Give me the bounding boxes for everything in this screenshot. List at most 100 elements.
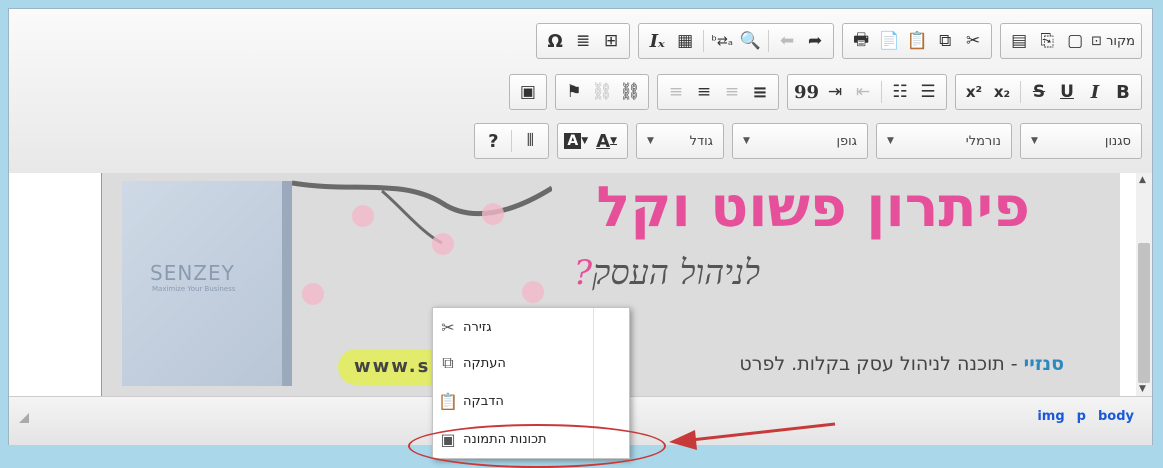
size-combo[interactable]: גודל ▼ (636, 123, 724, 159)
bulleted-list-button[interactable]: ☷ (886, 78, 914, 106)
path-p[interactable]: p (1077, 409, 1086, 424)
copy-button[interactable]: ⧉ (931, 27, 959, 55)
subscript-button[interactable]: x₂ (988, 78, 1016, 106)
font-combo[interactable]: גופן ▼ (732, 123, 868, 159)
horizontal-line-button[interactable]: ≣ (569, 27, 597, 55)
replace-button[interactable]: ᵇ⇄ₐ (708, 27, 736, 55)
redo-button[interactable]: ➦ (801, 27, 829, 55)
table-button[interactable]: ⊞ (597, 27, 625, 55)
group-basic-styles: B I U S x₂ x² (955, 74, 1142, 110)
table-icon: ⊞ (604, 31, 619, 51)
bg-color-button[interactable]: A ▼ (562, 127, 594, 155)
align-center-button[interactable]: ≡ (718, 78, 746, 106)
path-body[interactable]: body (1098, 409, 1134, 424)
group-paragraph: ☰ ☷ ⇤ ⇥ 99 (786, 74, 947, 110)
cut-button[interactable]: ✂ (959, 27, 987, 55)
paste-icon: 📋 (438, 391, 458, 411)
group-align: ≡ ≡ ≡ ≡ (656, 74, 779, 110)
outdent-button[interactable]: ⇤ (849, 78, 877, 106)
preview-button[interactable]: ▤ (1005, 27, 1033, 55)
special-char-button[interactable]: Ω (541, 27, 569, 55)
bold-icon: B (1116, 81, 1130, 103)
toolbar-row-2: B I U S x₂ x² ☰ ☷ ⇤ ⇥ 99 ≡ ≡ ≡ ≡ ⛓ ⛓ ⚑ ▣ (508, 74, 1142, 110)
vertical-scrollbar[interactable]: ▲ ▼ (1136, 173, 1152, 396)
align-left-button[interactable]: ≡ (690, 78, 718, 106)
element-path: img p body (1037, 409, 1134, 424)
banner-headline: פיתרון פשוט וקל (596, 175, 1030, 240)
chevron-down-icon: ▼ (581, 136, 589, 146)
path-img[interactable]: img (1037, 409, 1064, 424)
find-button[interactable]: 🔍 (736, 27, 764, 55)
style-combo[interactable]: סגנון ▼ (1020, 123, 1142, 159)
scrollbar-thumb[interactable] (1138, 243, 1150, 383)
numbered-list-button[interactable]: ☰ (914, 78, 942, 106)
underline-button[interactable]: U (1053, 78, 1081, 106)
chevron-down-icon: ▼ (743, 136, 750, 146)
indent-button[interactable]: ⇥ (821, 78, 849, 106)
new-page-icon: ▢ (1067, 31, 1084, 51)
templates-button[interactable]: ⎘ (1033, 27, 1061, 55)
blossom (482, 203, 504, 225)
resize-handle-icon[interactable] (19, 413, 29, 423)
align-left-icon: ≡ (696, 82, 712, 102)
superscript-button[interactable]: x² (960, 78, 988, 106)
blockquote-button[interactable]: 99 (792, 78, 821, 106)
horizontal-line-icon: ≣ (576, 31, 591, 51)
format-combo[interactable]: נורמלי ▼ (876, 123, 1012, 159)
text-color-button[interactable]: A ▼ (594, 127, 623, 155)
search-icon: 🔍 (739, 31, 761, 51)
bold-button[interactable]: B (1109, 78, 1137, 106)
show-blocks-button[interactable]: ⫴ (516, 127, 544, 155)
link-icon: ⛓ (619, 82, 641, 102)
cut-icon: ✂ (966, 31, 981, 51)
chevron-down-icon: ▼ (610, 136, 617, 146)
ctx-cut[interactable]: ✂ גזירה (433, 310, 629, 344)
blockquote-icon: 99 (793, 81, 819, 103)
chevron-down-icon: ▼ (1031, 136, 1038, 146)
remove-format-icon: Iₓ (649, 30, 665, 52)
editor-toolbar: ⊡ מקור ▢ ⎘ ▤ ✂ ⧉ 📋 📄 🖶 ➦ ⬅ 🔍 ᵇ⇄ₐ ▦ Iₓ ⊞ … (9, 9, 1152, 174)
product-box: SENZEY Maximize Your Business (122, 181, 292, 386)
highlight-oval (408, 424, 666, 468)
unlink-button[interactable]: ⛓ (588, 78, 616, 106)
align-right-button[interactable]: ≡ (746, 78, 774, 106)
spellcheck-button[interactable]: ▦ (671, 27, 699, 55)
scroll-up-icon[interactable]: ▲ (1139, 175, 1146, 185)
templates-icon: ⎘ (1040, 31, 1054, 51)
italic-button[interactable]: I (1081, 78, 1109, 106)
redo-icon: ➦ (808, 31, 823, 51)
group-image: ▣ (508, 74, 547, 110)
undo-button[interactable]: ⬅ (773, 27, 801, 55)
print-button[interactable]: 🖶 (847, 27, 875, 55)
ctx-paste[interactable]: 📋 הדבקה (433, 384, 629, 418)
remove-format-button[interactable]: Iₓ (643, 27, 671, 55)
undo-icon: ⬅ (780, 31, 795, 51)
banner-subline: לניהול העסק? (573, 253, 760, 293)
ctx-copy[interactable]: ⧉ העתקה (433, 346, 629, 380)
annotation-arrow (669, 422, 836, 450)
anchor-button[interactable]: ⚑ (560, 78, 588, 106)
underline-icon: U (1060, 82, 1074, 102)
paste-text-icon: 📄 (878, 31, 900, 51)
link-button[interactable]: ⛓ (616, 78, 644, 106)
bulleted-list-icon: ☷ (892, 82, 908, 102)
group-document: ⊡ מקור ▢ ⎘ ▤ (1000, 23, 1142, 59)
paste-icon: 📋 (906, 31, 928, 51)
scroll-down-icon[interactable]: ▼ (1139, 384, 1146, 394)
group-tools: ⫴ ? (474, 123, 550, 159)
product-box-brand: SENZEY (150, 261, 235, 285)
source-button[interactable]: ⊡ מקור (1089, 27, 1137, 55)
image-button[interactable]: ▣ (514, 78, 542, 106)
new-page-button[interactable]: ▢ (1061, 27, 1089, 55)
paste-text-button[interactable]: 📄 (875, 27, 903, 55)
toolbar-separator (881, 81, 882, 103)
preview-icon: ▤ (1011, 31, 1028, 51)
subscript-icon: x₂ (993, 83, 1011, 101)
spellcheck-icon: ▦ (677, 31, 694, 51)
align-justify-button[interactable]: ≡ (662, 78, 690, 106)
indent-icon: ⇥ (827, 82, 843, 102)
help-button[interactable]: ? (479, 127, 507, 155)
strike-button[interactable]: S (1025, 78, 1053, 106)
paste-button[interactable]: 📋 (903, 27, 931, 55)
copy-icon: ⧉ (442, 353, 454, 372)
